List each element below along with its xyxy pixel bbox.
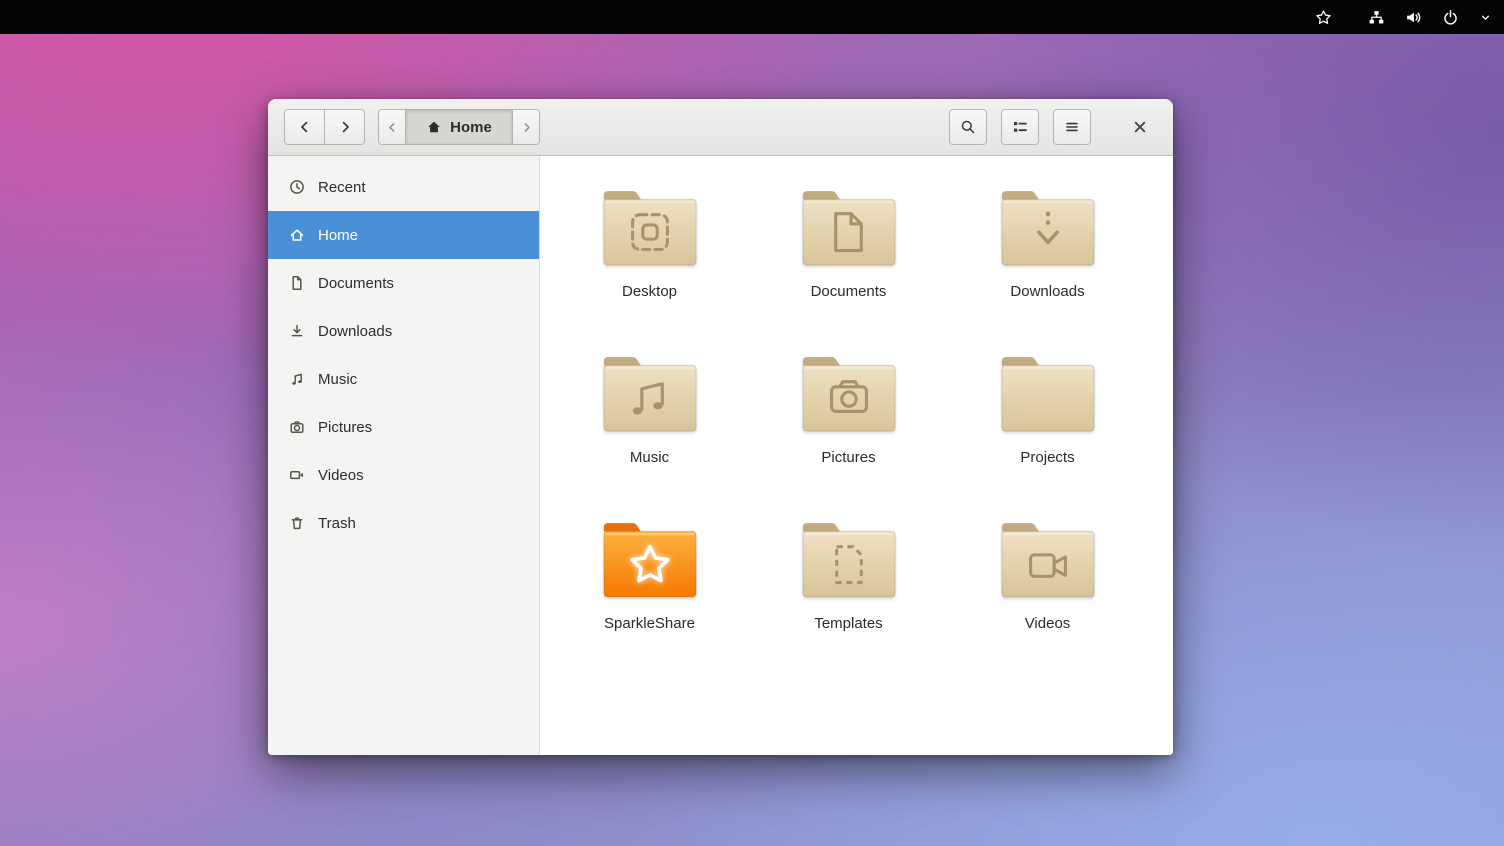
folder-icon [996, 352, 1100, 441]
folder-icon [996, 186, 1100, 275]
folder-icon [598, 186, 702, 275]
file-item-documents[interactable]: Documents [749, 170, 948, 336]
sidebar-item-videos[interactable]: Videos [268, 451, 539, 499]
sidebar-item-pictures[interactable]: Pictures [268, 403, 539, 451]
top-bar [0, 0, 1504, 34]
content-area: Desktop Documents Downloads Music Pictures Pr… [540, 156, 1173, 755]
location-label: Home [450, 119, 492, 136]
file-label: Videos [1025, 615, 1071, 632]
file-item-pictures[interactable]: Pictures [749, 336, 948, 502]
video-camera-icon [289, 467, 305, 483]
back-button[interactable] [284, 109, 325, 145]
sidebar-item-label: Trash [318, 515, 356, 532]
location-home-button[interactable]: Home [405, 109, 513, 145]
files-window: Home Re [268, 99, 1173, 755]
screen: Home Re [0, 0, 1504, 846]
path-previous-button[interactable] [378, 109, 406, 145]
file-label: Projects [1020, 449, 1074, 466]
file-item-projects[interactable]: Projects [948, 336, 1147, 502]
path-next-button[interactable] [512, 109, 540, 145]
system-menu-chevron-icon[interactable] [1479, 11, 1492, 24]
folder-star-icon [598, 518, 702, 607]
sidebar-item-recent[interactable]: Recent [268, 163, 539, 211]
sidebar-item-music[interactable]: Music [268, 355, 539, 403]
music-note-icon [289, 371, 305, 387]
home-icon [426, 119, 442, 135]
chevron-right-icon [337, 119, 353, 135]
network-icon[interactable] [1368, 9, 1385, 26]
chevron-left-icon [386, 121, 399, 134]
headerbar: Home [268, 99, 1173, 156]
path-bar: Home [378, 109, 540, 145]
sidebar: Recent Home Documents Downloads Music Picture… [268, 156, 540, 755]
menu-button[interactable] [1053, 109, 1091, 145]
sidebar-item-trash[interactable]: Trash [268, 499, 539, 547]
file-label: Pictures [821, 449, 875, 466]
close-icon [1131, 118, 1149, 136]
file-label: Music [630, 449, 669, 466]
volume-icon[interactable] [1405, 9, 1422, 26]
power-icon[interactable] [1442, 9, 1459, 26]
folder-icon [797, 518, 901, 607]
sidebar-item-label: Videos [318, 467, 364, 484]
sidebar-item-label: Documents [318, 275, 394, 292]
file-grid: Desktop Documents Downloads Music Pictures Pr… [550, 170, 1173, 668]
sidebar-item-documents[interactable]: Documents [268, 259, 539, 307]
search-button[interactable] [949, 109, 987, 145]
camera-icon [289, 419, 305, 435]
file-label: Downloads [1010, 283, 1084, 300]
file-item-sparkleshare[interactable]: SparkleShare [550, 502, 749, 668]
clock-icon [289, 179, 305, 195]
headerbar-actions [949, 109, 1157, 145]
chevron-right-icon [520, 121, 533, 134]
file-item-downloads[interactable]: Downloads [948, 170, 1147, 336]
menu-icon [1064, 119, 1080, 135]
favorites-star-icon[interactable] [1315, 9, 1332, 26]
forward-button[interactable] [324, 109, 365, 145]
file-label: Templates [814, 615, 882, 632]
sidebar-item-home[interactable]: Home [268, 211, 539, 259]
sidebar-item-label: Pictures [318, 419, 372, 436]
view-toggle-button[interactable] [1001, 109, 1039, 145]
view-list-icon [1012, 119, 1028, 135]
chevron-left-icon [297, 119, 313, 135]
sidebar-item-label: Downloads [318, 323, 392, 340]
sidebar-item-label: Home [318, 227, 358, 244]
window-body: Recent Home Documents Downloads Music Picture… [268, 156, 1173, 755]
trash-icon [289, 515, 305, 531]
file-item-templates[interactable]: Templates [749, 502, 948, 668]
file-item-desktop[interactable]: Desktop [550, 170, 749, 336]
file-label: SparkleShare [604, 615, 695, 632]
sidebar-item-downloads[interactable]: Downloads [268, 307, 539, 355]
search-icon [960, 119, 976, 135]
file-item-videos[interactable]: Videos [948, 502, 1147, 668]
file-label: Documents [811, 283, 887, 300]
history-nav-group [284, 109, 365, 145]
document-icon [289, 275, 305, 291]
sidebar-item-label: Recent [318, 179, 366, 196]
file-item-music[interactable]: Music [550, 336, 749, 502]
folder-icon [996, 518, 1100, 607]
home-icon [289, 227, 305, 243]
folder-icon [797, 186, 901, 275]
sidebar-item-label: Music [318, 371, 357, 388]
download-icon [289, 323, 305, 339]
file-label: Desktop [622, 283, 677, 300]
folder-icon [598, 352, 702, 441]
folder-icon [797, 352, 901, 441]
close-button[interactable] [1123, 110, 1157, 144]
